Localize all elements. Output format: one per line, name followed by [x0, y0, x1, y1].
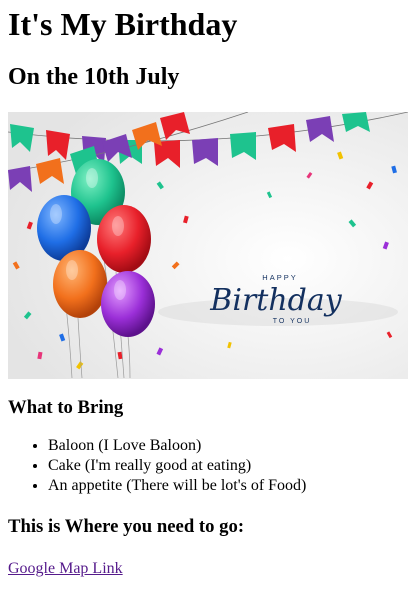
list-item: Cake (I'm really good at eating): [48, 456, 407, 476]
red-balloon: [97, 205, 151, 273]
google-map-link[interactable]: Google Map Link: [8, 560, 123, 577]
list-item: Baloon (I Love Baloon): [48, 436, 407, 456]
what-to-bring-heading: What to Bring: [8, 397, 124, 418]
page-title: It's My Birthday: [8, 6, 238, 42]
birthday-label: Birthday: [209, 283, 342, 318]
to-you-label: TO YOU: [273, 318, 312, 325]
where-heading: This is Where you need to go:: [8, 516, 245, 537]
date-heading: On the 10th July: [8, 64, 180, 90]
list-item: An appetite (There will be lot's of Food…: [48, 476, 407, 496]
birthday-banner-image: HAPPY Birthday TO YOU: [8, 112, 408, 379]
page-content: It's My Birthday On the 10th July HAPPY …: [0, 6, 415, 579]
orange-balloon: [53, 250, 107, 318]
bring-list: Baloon (I Love Baloon) Cake (I'm really …: [8, 436, 407, 496]
map-link-paragraph: Google Map Link: [8, 559, 407, 579]
happy-label: HAPPY: [262, 273, 297, 282]
purple-balloon: [101, 271, 155, 337]
